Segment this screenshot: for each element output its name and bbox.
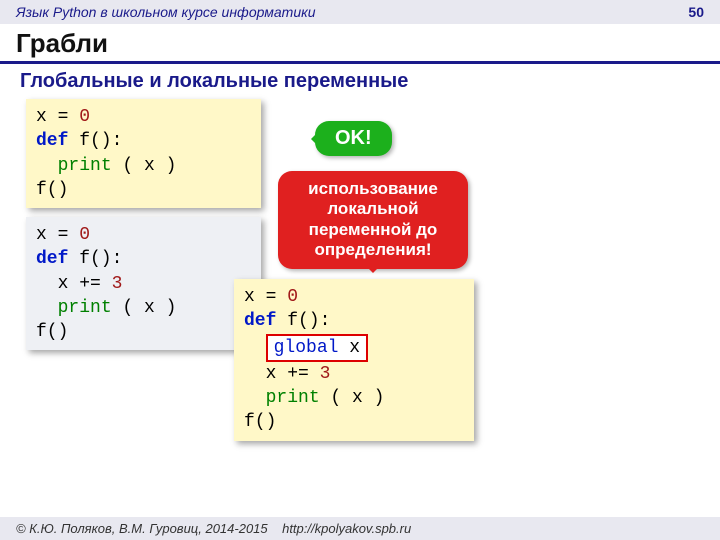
footer-copyright: © К.Ю. Поляков, В.М. Гуровиц, 2014-2015: [16, 521, 268, 536]
ok-badge: OK!: [315, 121, 392, 156]
page-subtitle: Глобальные и локальные переменные: [0, 70, 720, 99]
code-block-2: x = 0 def f(): x += 3 print ( x ) f(): [26, 217, 261, 350]
error-badge: использование локальной переменной до оп…: [278, 171, 468, 269]
global-highlight: global x: [266, 334, 368, 362]
course-name: Язык Python в школьном курсе информатики: [16, 4, 316, 20]
code-block-1: x = 0 def f(): print ( x ) f(): [26, 99, 261, 208]
page-title: Грабли: [0, 24, 720, 64]
footer-bar: © К.Ю. Поляков, В.М. Гуровиц, 2014-2015 …: [0, 517, 720, 540]
footer-url: http://kpolyakov.spb.ru: [282, 521, 411, 536]
page-number: 50: [688, 4, 704, 20]
code-block-3: x = 0 def f(): global x x += 3 print ( x…: [234, 279, 474, 441]
content-area: x = 0 def f(): print ( x ) f() OK! x = 0…: [0, 99, 720, 519]
header-bar: Язык Python в школьном курсе информатики…: [0, 0, 720, 24]
